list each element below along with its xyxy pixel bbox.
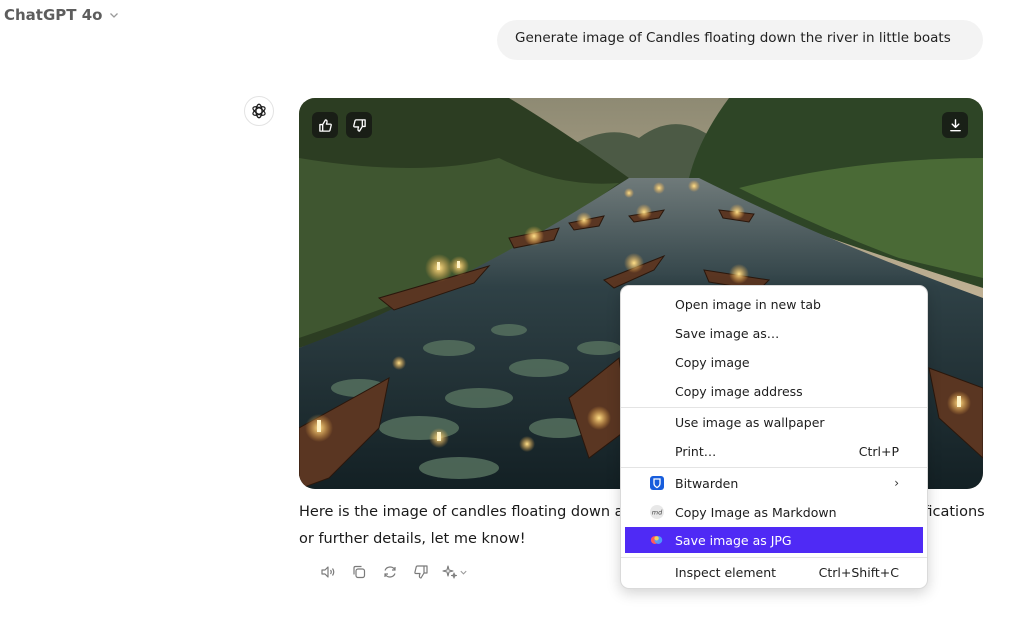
copy-button[interactable] <box>349 562 369 582</box>
download-icon <box>949 118 961 131</box>
chevron-down-icon <box>460 570 467 575</box>
assistant-avatar <box>244 96 274 126</box>
openai-logo-icon <box>252 103 266 119</box>
menu-separator <box>621 407 927 408</box>
user-message-text: Generate image of Candles floating down … <box>515 30 951 46</box>
menu-item-label: Copy image <box>675 354 750 370</box>
copy-icon <box>353 565 366 579</box>
image-like-button[interactable] <box>312 112 338 138</box>
menu-item-label: Copy Image as Markdown <box>675 504 837 520</box>
bad-response-button[interactable] <box>411 562 431 582</box>
menu-save-image-as[interactable]: Save image as… <box>621 320 927 346</box>
thumbs-down-icon <box>352 118 366 132</box>
menu-copy-image[interactable]: Copy image <box>621 349 927 375</box>
context-menu: Open image in new tab Save image as… Cop… <box>620 285 928 589</box>
menu-item-label: Print… <box>675 443 717 459</box>
menu-item-label: Save image as JPG <box>675 532 792 548</box>
message-actions <box>318 562 468 582</box>
regenerate-button[interactable] <box>380 562 400 582</box>
user-message-bubble: Generate image of Candles floating down … <box>497 20 983 60</box>
speaker-icon <box>321 566 335 578</box>
bitwarden-icon <box>650 476 664 490</box>
sparkle-icon <box>442 565 458 579</box>
model-switcher[interactable]: ChatGPT 4o <box>4 6 120 24</box>
menu-item-label: Use image as wallpaper <box>675 414 825 430</box>
thumbs-up-icon <box>318 118 332 132</box>
save-jpg-extension-icon <box>650 533 664 547</box>
refresh-icon <box>384 566 396 578</box>
menu-separator <box>621 467 927 468</box>
image-dislike-button[interactable] <box>346 112 372 138</box>
menu-save-image-as-jpg[interactable]: Save image as JPG <box>625 527 923 553</box>
menu-shortcut: Ctrl+P <box>858 443 899 459</box>
menu-bitwarden[interactable]: Bitwarden › <box>621 470 927 496</box>
menu-item-label: Open image in new tab <box>675 296 821 312</box>
menu-copy-image-address[interactable]: Copy image address <box>621 378 927 404</box>
markdown-icon: md <box>650 505 664 519</box>
menu-separator <box>621 557 927 558</box>
image-download-button[interactable] <box>942 112 968 138</box>
menu-item-label: Bitwarden <box>675 475 739 491</box>
change-model-button[interactable] <box>442 564 468 580</box>
menu-shortcut: Ctrl+Shift+C <box>818 564 899 580</box>
read-aloud-button[interactable] <box>318 562 338 582</box>
menu-item-label: Inspect element <box>675 564 777 580</box>
thumbs-down-icon <box>414 565 428 579</box>
markdown-icon-text: md <box>652 509 663 517</box>
menu-print[interactable]: Print… Ctrl+P <box>621 438 927 464</box>
submenu-arrow-icon: › <box>894 476 899 490</box>
model-name: ChatGPT 4o <box>4 6 103 24</box>
chevron-down-icon <box>110 13 119 18</box>
menu-use-as-wallpaper[interactable]: Use image as wallpaper <box>621 409 927 435</box>
menu-copy-image-markdown[interactable]: md Copy Image as Markdown <box>621 499 927 525</box>
menu-open-image-new-tab[interactable]: Open image in new tab <box>621 291 927 317</box>
menu-inspect-element[interactable]: Inspect element Ctrl+Shift+C <box>621 559 927 585</box>
menu-item-label: Copy image address <box>675 383 803 399</box>
menu-item-label: Save image as… <box>675 325 780 341</box>
